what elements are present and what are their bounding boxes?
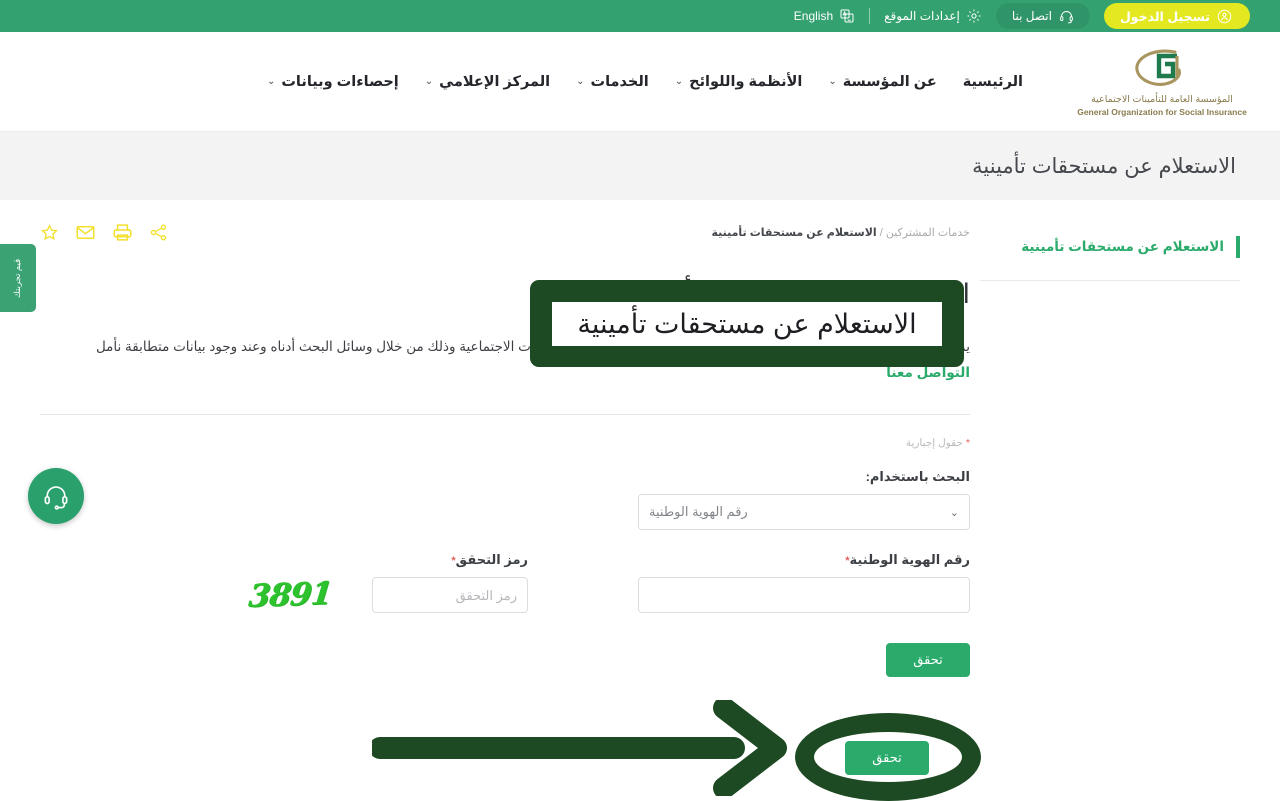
sidebar: الاستعلام عن مستحقات تأمينية bbox=[980, 222, 1280, 677]
breadcrumb: خدمات المشتركين / الاستعلام عن مستحقات ت… bbox=[711, 226, 970, 239]
breadcrumb-separator: / bbox=[879, 227, 883, 239]
login-label: تسجيل الدخول bbox=[1119, 9, 1210, 24]
star-icon[interactable] bbox=[40, 223, 59, 242]
verify-button-annotated[interactable]: تحقق bbox=[845, 741, 929, 775]
section-divider bbox=[40, 414, 970, 415]
chevron-down-icon: ⌄ bbox=[266, 76, 276, 87]
national-id-group: رقم الهوية الوطنية* bbox=[638, 552, 970, 613]
share-icon[interactable] bbox=[149, 223, 168, 242]
description-text: يمكن التحقق من وجود مستحقات تأمينية لم ت… bbox=[95, 339, 970, 354]
captcha-input[interactable] bbox=[372, 577, 528, 613]
language-label: English bbox=[793, 9, 834, 23]
support-chat-button[interactable] bbox=[28, 468, 84, 524]
logo-arabic-text: المؤسسة العامة للتأمينات الاجتماعية bbox=[1091, 94, 1233, 105]
service-heading: الاستعلام عن مستحقات تأمينية bbox=[630, 279, 970, 309]
captcha-image: 3891 bbox=[236, 575, 344, 615]
gear-icon bbox=[966, 8, 982, 24]
service-description: يمكن التحقق من وجود مستحقات تأمينية لم ت… bbox=[40, 334, 970, 386]
headset-icon bbox=[1059, 9, 1074, 24]
sidebar-active-indicator bbox=[1236, 236, 1240, 258]
site-settings-button[interactable]: إعدادات الموقع bbox=[870, 6, 996, 26]
captcha-label-text: رمز التحقق bbox=[455, 552, 528, 567]
search-by-group: البحث باستخدام: ⌄ رقم الهوية الوطنية bbox=[40, 469, 970, 530]
breadcrumb-row: خدمات المشتركين / الاستعلام عن مستحقات ت… bbox=[40, 222, 970, 243]
contact-us-link[interactable]: التواصل معنا bbox=[886, 365, 970, 380]
user-circle-icon bbox=[1217, 9, 1232, 24]
site-header: المؤسسة العامة للتأمينات الاجتماعية Gene… bbox=[0, 32, 1280, 132]
required-fields-note: * حقول إجبارية bbox=[40, 437, 970, 449]
translate-icon bbox=[839, 8, 855, 24]
nav-item-regulations[interactable]: الأنظمة واللوائح ⌄ bbox=[675, 74, 803, 90]
printer-icon[interactable] bbox=[112, 222, 133, 243]
right-arrow-annotation-icon bbox=[369, 697, 802, 801]
contact-us-button[interactable]: اتصل بنا bbox=[995, 3, 1090, 29]
chevron-down-icon: ⌄ bbox=[949, 506, 959, 519]
nav-label: الخدمات bbox=[590, 73, 649, 90]
page-content: الاستعلام عن مستحقات تأمينية خدمات المشت… bbox=[0, 200, 1280, 677]
captcha-group: رمز التحقق* bbox=[372, 552, 528, 613]
top-utility-bar: تسجيل الدخول اتصل بنا إعدادات الموقع Eng… bbox=[0, 0, 1280, 32]
gosi-logo[interactable]: المؤسسة العامة للتأمينات الاجتماعية Gene… bbox=[1030, 46, 1280, 117]
verify-button[interactable]: تحقق bbox=[886, 643, 970, 677]
search-by-value: رقم الهوية الوطنية bbox=[649, 504, 748, 519]
contact-us-label: اتصل بنا bbox=[1011, 9, 1052, 23]
search-by-select[interactable]: ⌄ رقم الهوية الوطنية bbox=[638, 494, 970, 530]
envelope-icon[interactable] bbox=[75, 222, 96, 243]
sidebar-item-insurance-dues-inquiry[interactable]: الاستعلام عن مستحقات تأمينية bbox=[980, 236, 1240, 281]
breadcrumb-current: الاستعلام عن مستحقات تأمينية bbox=[711, 227, 877, 239]
page-title: الاستعلام عن مستحقات تأمينية bbox=[972, 154, 1236, 178]
login-button[interactable]: تسجيل الدخول bbox=[1103, 3, 1250, 29]
gosi-spiral-logo-icon bbox=[1125, 46, 1199, 92]
national-id-input[interactable] bbox=[638, 577, 970, 613]
national-id-label: رقم الهوية الوطنية* bbox=[638, 552, 970, 568]
captcha-label: رمز التحقق* bbox=[372, 552, 528, 568]
headset-icon bbox=[41, 481, 71, 511]
language-switch-button[interactable]: English bbox=[780, 6, 869, 26]
topbar-divider bbox=[869, 8, 871, 24]
nav-label: إحصاءات وبيانات bbox=[281, 73, 399, 90]
submit-row: تحقق bbox=[40, 643, 970, 677]
page-action-icons bbox=[40, 222, 168, 243]
nav-label: عن المؤسسة bbox=[842, 73, 937, 90]
site-settings-label: إعدادات الموقع bbox=[884, 9, 960, 23]
required-note-label: حقول إجبارية bbox=[905, 437, 963, 449]
nav-label: المركز الإعلامي bbox=[439, 73, 551, 90]
nav-label: الرئيسية bbox=[962, 73, 1024, 90]
logo-english-text: General Organization for Social Insuranc… bbox=[1077, 107, 1247, 117]
national-id-label-text: رقم الهوية الوطنية bbox=[849, 552, 970, 567]
nav-label: الأنظمة واللوائح bbox=[689, 73, 803, 90]
nav-item-statistics[interactable]: إحصاءات وبيانات ⌄ bbox=[267, 74, 399, 90]
breadcrumb-parent[interactable]: خدمات المشتركين bbox=[886, 227, 970, 239]
nav-item-home[interactable]: الرئيسية bbox=[963, 74, 1023, 90]
chevron-down-icon: ⌄ bbox=[576, 76, 585, 87]
chevron-down-icon: ⌄ bbox=[424, 76, 434, 87]
rate-experience-tab[interactable]: قيم تجربتك bbox=[0, 244, 36, 312]
chevron-down-icon: ⌄ bbox=[828, 76, 837, 87]
nav-item-services[interactable]: الخدمات ⌄ bbox=[576, 74, 649, 90]
sidebar-item-label: الاستعلام عن مستحقات تأمينية bbox=[1021, 239, 1224, 254]
search-by-label: البحث باستخدام: bbox=[865, 469, 970, 484]
chevron-down-icon: ⌄ bbox=[674, 76, 684, 87]
nav-item-media-center[interactable]: المركز الإعلامي ⌄ bbox=[425, 74, 550, 90]
rate-experience-label: قيم تجربتك bbox=[12, 258, 23, 298]
page-banner: الاستعلام عن مستحقات تأمينية bbox=[0, 132, 1280, 200]
verify-button-highlighted[interactable]: تحقق bbox=[845, 741, 929, 775]
required-asterisk: * bbox=[965, 437, 970, 449]
nav-item-about[interactable]: عن المؤسسة ⌄ bbox=[828, 74, 936, 90]
main-column: خدمات المشتركين / الاستعلام عن مستحقات ت… bbox=[0, 222, 980, 677]
captcha-image-text: 3891 bbox=[246, 575, 334, 615]
credentials-row: رقم الهوية الوطنية* رمز التحقق* 3891 bbox=[40, 552, 970, 615]
main-navigation: الرئيسية عن المؤسسة ⌄ الأنظمة واللوائح ⌄… bbox=[0, 74, 1030, 90]
